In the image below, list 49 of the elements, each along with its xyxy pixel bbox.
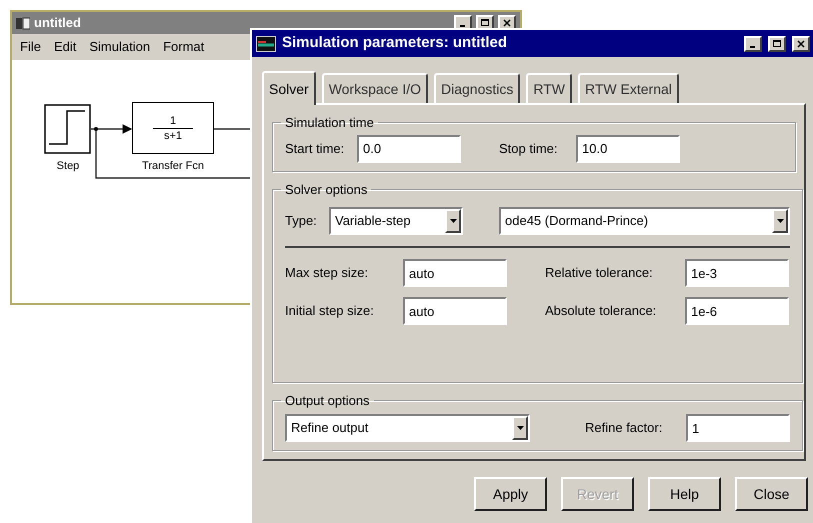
- tab[interactable]: RTW: [526, 73, 572, 103]
- tab[interactable]: Diagnostics: [434, 73, 520, 103]
- dropdown[interactable]: ode45 (Dormand-Prince): [499, 207, 790, 235]
- field-label: Stop time:: [499, 140, 559, 158]
- dialog-button[interactable]: Close: [735, 477, 808, 511]
- caret-icon: [516, 426, 524, 430]
- field-label: Type:: [285, 212, 318, 230]
- menu-item[interactable]: Edit: [54, 37, 76, 57]
- field-label: Refine factor:: [585, 419, 664, 438]
- dropdown[interactable]: Refine output: [285, 414, 530, 442]
- caret-icon: [776, 219, 784, 223]
- app-icon: [16, 16, 30, 30]
- tab[interactable]: Solver: [262, 71, 316, 105]
- maximize-icon[interactable]: [772, 38, 782, 48]
- block-label: Step: [56, 159, 80, 174]
- text-field[interactable]: 1e-3: [685, 259, 789, 287]
- tab[interactable]: Workspace I/O: [322, 73, 428, 103]
- field-label: Start time:: [285, 140, 346, 158]
- close-icon[interactable]: [502, 18, 512, 28]
- step-block: [44, 104, 91, 154]
- denominator: s+1: [164, 128, 182, 142]
- field-label: Absolute tolerance:: [545, 302, 658, 320]
- menu-item[interactable]: File: [20, 37, 41, 57]
- caret-icon: [450, 219, 456, 223]
- app-icon: [256, 36, 276, 52]
- window-title: Simulation parameters: untitled: [282, 33, 508, 54]
- group-title: Simulation time: [284, 114, 375, 132]
- field-label: Max step size:: [285, 264, 370, 282]
- menu-item[interactable]: Format: [163, 37, 204, 57]
- close-icon[interactable]: [796, 38, 806, 48]
- tab[interactable]: RTW External: [578, 73, 679, 103]
- block-label: Transfer Fcn: [141, 159, 205, 174]
- group-title: Solver options: [284, 180, 368, 199]
- group-title: Output options: [284, 392, 371, 410]
- maximize-icon[interactable]: [480, 18, 490, 28]
- text-field[interactable]: auto: [403, 297, 507, 325]
- window-title: untitled: [34, 14, 82, 32]
- text-field[interactable]: auto: [403, 259, 507, 287]
- text-field[interactable]: 1e-6: [685, 297, 789, 325]
- field-label: Relative tolerance:: [545, 264, 654, 282]
- field-label: Initial step size:: [285, 302, 375, 320]
- dialog-button[interactable]: Help: [648, 477, 721, 511]
- text-field[interactable]: 0.0: [357, 134, 461, 162]
- text-field[interactable]: 1: [686, 414, 790, 442]
- numerator: 1: [170, 114, 176, 128]
- text-field[interactable]: 10.0: [576, 134, 680, 162]
- menu-item[interactable]: Simulation: [89, 37, 150, 57]
- dropdown[interactable]: Variable-step: [329, 207, 463, 235]
- dialog-button[interactable]: Apply: [474, 477, 547, 511]
